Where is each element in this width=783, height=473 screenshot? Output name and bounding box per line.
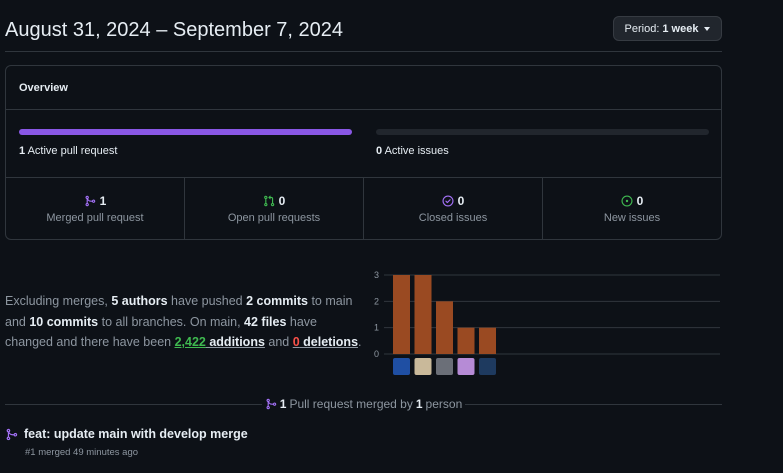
period-dropdown-button[interactable]: Period: 1 week — [613, 16, 722, 41]
y-tick-label: 3 — [374, 270, 379, 280]
summary-text: . — [358, 335, 362, 349]
y-tick-label: 0 — [374, 349, 379, 359]
bar[interactable] — [436, 301, 453, 354]
overview-card: Overview 1 Active pull request 0 Active … — [5, 65, 722, 240]
merged-summary: 1 Pull request merged by 1 person — [262, 397, 465, 411]
merge-icon — [266, 398, 277, 410]
merged-text: Pull request merged by — [289, 397, 413, 411]
pull-request-progress-fill — [19, 129, 352, 135]
header-divider — [5, 51, 722, 52]
persons-count: 1 — [415, 397, 423, 411]
bar[interactable] — [393, 275, 410, 354]
stat-merged-pull-requests[interactable]: 1 Merged pull request — [6, 178, 185, 239]
stat-label: Open pull requests — [227, 212, 321, 224]
pull-request-meta: #1 merged 49 minutes ago — [25, 447, 139, 458]
issue-closed-icon — [442, 195, 454, 207]
stat-new-issues[interactable]: 0 New issues — [543, 178, 721, 239]
stat-count: 0 — [636, 194, 644, 208]
issues-progress-bar — [376, 129, 709, 135]
period-prefix: Period: — [624, 22, 660, 35]
avatar[interactable] — [457, 358, 475, 375]
bar[interactable] — [479, 327, 496, 354]
y-tick-label: 1 — [374, 323, 379, 333]
merged-pull-requests-divider: 1 Pull request merged by 1 person — [5, 396, 723, 412]
active-pull-requests-caption[interactable]: 1 Active pull request — [19, 145, 117, 157]
period-value: 1 week — [662, 22, 699, 35]
main-commits-count: 2 commits — [246, 294, 308, 308]
caret-down-icon — [704, 26, 711, 31]
avatar[interactable] — [414, 358, 432, 375]
stat-closed-issues[interactable]: 0 Closed issues — [364, 178, 543, 239]
additions-link[interactable]: 2,422 additions — [175, 335, 265, 349]
deletions-count: 0 — [292, 335, 300, 349]
active-pr-label: Active pull request — [27, 145, 118, 157]
commit-summary: Excluding merges, 5 authors have pushed … — [5, 291, 363, 353]
stat-count: 0 — [278, 194, 286, 208]
authors-count: 5 authors — [111, 294, 168, 308]
stat-open-pull-requests[interactable]: 0 Open pull requests — [185, 178, 364, 239]
files-count: 42 files — [244, 314, 287, 329]
divider-line — [5, 403, 262, 405]
additions-label: additions — [205, 335, 265, 349]
active-issues-label: Active issues — [384, 145, 449, 157]
deletions-label: deletions — [299, 335, 359, 349]
deletions-link[interactable]: 0 deletions — [293, 335, 358, 349]
additions-count: 2,422 — [174, 335, 206, 349]
summary-text: and — [264, 335, 293, 349]
all-commits-count: 10 commits — [29, 314, 99, 329]
y-tick-label: 2 — [374, 296, 379, 306]
stat-count: 0 — [457, 194, 465, 208]
stat-label: Merged pull request — [46, 212, 144, 224]
overview-stats: 1 Merged pull request 0 Open pull reques… — [6, 177, 721, 239]
merged-count: 1 — [279, 397, 287, 411]
pull-request-progress-bar — [19, 129, 352, 135]
stat-count: 1 — [99, 194, 107, 208]
contributors-bar-chart: 0 1 2 3 — [374, 270, 720, 375]
page-title: August 31, 2024 – September 7, 2024 — [5, 19, 344, 41]
bar[interactable] — [414, 275, 432, 354]
divider-line — [465, 403, 723, 405]
summary-text: have pushed — [167, 294, 247, 308]
issue-opened-icon — [621, 195, 633, 207]
stat-label: New issues — [603, 212, 661, 224]
stat-label: Closed issues — [418, 212, 488, 224]
merge-icon — [85, 195, 95, 207]
active-pr-count: 1 — [19, 145, 26, 157]
overview-heading: Overview — [6, 66, 721, 110]
avatar[interactable] — [436, 358, 453, 375]
pull-request-title: feat: update main with develop merge — [24, 427, 248, 441]
avatar[interactable] — [393, 358, 410, 375]
avatar[interactable] — [479, 358, 496, 375]
active-issues-caption[interactable]: 0 Active issues — [376, 145, 449, 157]
merge-icon — [6, 428, 18, 440]
summary-text: Excluding merges, — [5, 294, 112, 308]
pull-request-icon — [263, 195, 274, 207]
pull-request-item: feat: update main with develop merge #1 … — [5, 427, 248, 458]
bar[interactable] — [457, 327, 475, 354]
pull-request-link[interactable]: feat: update main with develop merge — [5, 427, 248, 441]
merged-text: person — [425, 397, 463, 411]
active-issues-count: 0 — [376, 145, 383, 157]
summary-text: to all branches. On main, — [98, 314, 245, 329]
